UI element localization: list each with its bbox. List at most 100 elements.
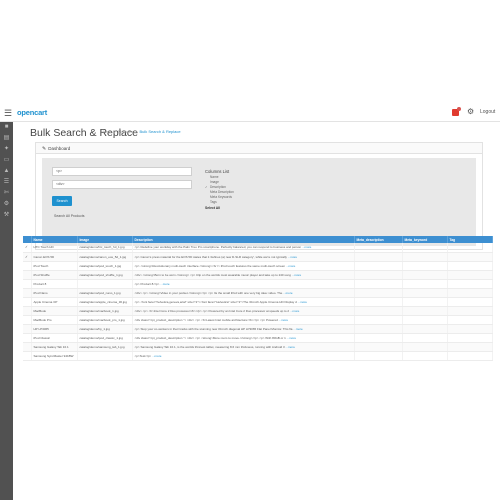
cell-meta-description [354, 243, 403, 253]
row-checkbox[interactable] [23, 351, 32, 361]
description-text: <p> <font face="helvetica,geneva,arial" … [134, 299, 297, 304]
cell-tag [447, 252, 493, 262]
table-row[interactable]: Apple Cinema 30" catalog/demo/apple_cinem… [23, 297, 493, 307]
description-text: <div> <p> <b>Intel Core 2 Duo processor<… [134, 308, 290, 313]
table-row[interactable]: Product 8 <p> Product 8</p> ...more [23, 279, 493, 289]
header-name[interactable]: Name [31, 236, 78, 243]
marketing-icon[interactable]: ✄ [0, 188, 13, 199]
row-checkbox[interactable] [23, 261, 32, 271]
description-text: <p> Redefine your workday with the Palm … [134, 245, 302, 250]
cell-meta-description [354, 324, 403, 334]
row-checkbox[interactable] [23, 279, 32, 289]
replace-input[interactable]: <div> [52, 180, 192, 189]
more-link[interactable]: ...more [290, 309, 299, 313]
table-row[interactable]: Samsung Galaxy Tab 10.1 catalog/demo/sams… [23, 342, 493, 352]
cell-description: <p> Samsung Galaxy Tab 10.1, is the worl… [132, 342, 355, 352]
cell-meta-description [354, 351, 403, 361]
table-row[interactable]: MacBook catalog/demo/macbook_1.jpg <div> <… [23, 306, 493, 316]
cell-meta-description [354, 306, 403, 316]
more-link[interactable]: ...more [286, 345, 295, 349]
opencart-logo[interactable]: opencart [17, 108, 47, 117]
table-row[interactable]: Samsung SyncMaster 941BW <p>Test</p> ...m… [23, 351, 493, 361]
columns-list-title: Columns List [205, 169, 230, 174]
more-link[interactable]: ...more [287, 336, 296, 340]
cell-tag [447, 333, 493, 343]
more-link[interactable]: ...more [288, 255, 297, 259]
table-row[interactable]: iPod Touch catalog/demo/ipod_touch_1.jpg <… [23, 261, 493, 271]
cell-name: MacBook Pro [31, 315, 78, 325]
select-all-link[interactable]: Select All [205, 206, 234, 211]
columns-list: Columns List Name Image ✓ Description Met… [205, 169, 234, 211]
row-checkbox[interactable] [23, 297, 32, 307]
row-checkbox[interactable]: ✓ [23, 252, 32, 262]
cell-image: catalog/demo/ipod_shuffle_1.jpg [77, 270, 133, 280]
cell-meta-keyword [402, 324, 448, 334]
row-checkbox[interactable] [23, 315, 32, 325]
header-description[interactable]: Description [132, 236, 355, 243]
more-link[interactable]: ...more [302, 245, 311, 249]
table-row[interactable]: iPod Shuffle catalog/demo/ipod_shuffle_1.… [23, 270, 493, 280]
cell-meta-description [354, 252, 403, 262]
column-option-tags[interactable]: Tags [205, 200, 234, 205]
customers-icon[interactable]: ☰ [0, 177, 13, 188]
breadcrumb-current[interactable]: Bulk Search & Replace [139, 129, 180, 134]
more-link[interactable]: ...more [279, 318, 288, 322]
cell-description: <p>Test</p> ...more [132, 351, 355, 361]
panel-heading-label: Dashboard [48, 146, 71, 151]
main-content: Bulk Search & Replace Home > Modules > Bulk … [13, 122, 500, 500]
cell-image: catalog/demo/ipod_nano_1.jpg [77, 288, 133, 298]
more-link[interactable]: ...more [160, 282, 169, 286]
design-icon[interactable]: ▭ [0, 155, 13, 166]
table-row[interactable]: MacBook Pro catalog/demo/macbook_pro_1.jp… [23, 315, 493, 325]
row-checkbox[interactable] [23, 288, 32, 298]
extensions-icon[interactable]: ✦ [0, 144, 13, 155]
logout-link[interactable]: Logout [480, 109, 495, 115]
table-row[interactable]: ✓ Canon EOS 5D catalog/demo/canon_eos_5d_1… [23, 252, 493, 262]
cell-description: <p> <font face="helvetica,geneva,arial" … [132, 297, 355, 307]
search-button[interactable]: Search [52, 196, 72, 206]
table-row[interactable]: iPod Nano catalog/demo/ipod_nano_1.jpg <di… [23, 288, 493, 298]
row-checkbox[interactable] [23, 324, 32, 334]
notification-flag-icon[interactable] [452, 107, 461, 116]
row-checkbox[interactable] [23, 270, 32, 280]
cell-meta-keyword [402, 261, 448, 271]
search-input[interactable]: <p> [52, 167, 192, 176]
header-meta-description[interactable]: Meta_description [354, 236, 403, 243]
sales-icon[interactable]: ▲ [0, 166, 13, 177]
row-checkbox[interactable] [23, 333, 32, 343]
cell-meta-keyword [402, 270, 448, 280]
table-row[interactable]: iPod Classic catalog/demo/ipod_classic_1.… [23, 333, 493, 343]
cell-meta-keyword [402, 252, 448, 262]
row-checkbox[interactable]: ✓ [23, 243, 32, 253]
header-meta-keyword[interactable]: Meta_keyword [402, 236, 448, 243]
menu-toggle-icon[interactable]: ☰ [4, 108, 12, 118]
table-row[interactable]: ✓ HTC Touch HD catalog/demo/htc_touch_hd_1… [23, 243, 493, 253]
more-link[interactable]: ...more [152, 354, 161, 358]
catalog-icon[interactable]: ▤ [0, 133, 13, 144]
cell-meta-description [354, 333, 403, 343]
more-link[interactable]: ...more [298, 300, 307, 304]
system-icon[interactable]: ⚙ [0, 199, 13, 210]
table-body: ✓ HTC Touch HD catalog/demo/htc_touch_hd_1… [23, 243, 493, 361]
breadcrumb-home[interactable]: Home [101, 129, 112, 134]
column-label: Tags [210, 200, 217, 204]
cell-meta-description [354, 270, 403, 280]
breadcrumb-modules[interactable]: Modules [118, 129, 133, 134]
column-label: Description [210, 185, 226, 189]
row-checkbox[interactable] [23, 342, 32, 352]
row-checkbox[interactable] [23, 306, 32, 316]
header-tag[interactable]: Tag [447, 236, 493, 243]
more-link[interactable]: ...more [293, 327, 302, 331]
more-link[interactable]: ...more [283, 291, 292, 295]
header-image[interactable]: Image [77, 236, 133, 243]
reports-icon[interactable]: ⚒ [0, 210, 13, 221]
cell-name: HP LP3065 [31, 324, 78, 334]
cell-meta-description [354, 297, 403, 307]
more-link[interactable]: ...more [286, 264, 295, 268]
settings-gear-icon[interactable]: ⚙ [467, 107, 474, 117]
table-row[interactable]: HP LP3065 catalog/demo/hp_1.jpg <p> Stop y… [23, 324, 493, 334]
description-text: <div> <p> <strong>Video in your pocket.<… [134, 290, 283, 295]
cell-image [77, 351, 133, 361]
dashboard-icon[interactable]: ■ [0, 122, 13, 133]
more-link[interactable]: ...more [292, 273, 301, 277]
